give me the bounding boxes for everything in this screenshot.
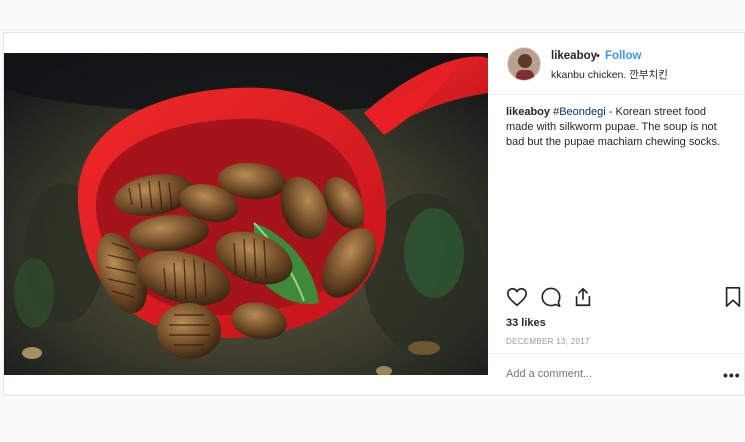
heart-icon[interactable]	[506, 286, 528, 308]
comment-input[interactable]	[506, 368, 696, 380]
beondegi-photo	[4, 53, 488, 375]
post-caption: likeaboy #Beondegi - Korean street food …	[506, 105, 734, 150]
follow-button[interactable]: Follow	[605, 50, 641, 62]
share-icon[interactable]	[572, 286, 594, 308]
post-photo[interactable]	[4, 53, 488, 375]
avatar[interactable]	[507, 47, 541, 81]
comment-icon[interactable]	[540, 286, 562, 308]
more-options-icon[interactable]: •••	[723, 367, 741, 383]
post-actions	[488, 283, 745, 311]
location-link[interactable]: kkanbu chicken. 깐부치킨	[551, 67, 668, 82]
caption-username[interactable]: likeaboy	[506, 106, 550, 118]
header-separator: •	[596, 50, 600, 62]
post-card: likeaboy • Follow kkanbu chicken. 깐부치킨 l…	[3, 32, 745, 396]
post-header: likeaboy • Follow kkanbu chicken. 깐부치킨	[488, 33, 745, 95]
likes-count[interactable]: 33 likes	[506, 317, 546, 329]
bookmark-icon[interactable]	[722, 286, 744, 308]
post-date[interactable]: DECEMBER 13, 2017	[506, 337, 590, 346]
top-bar	[0, 0, 745, 30]
header-username[interactable]: likeaboy	[551, 50, 597, 62]
comment-section: •••	[488, 353, 745, 397]
caption-hashtag[interactable]: #Beondegi	[553, 106, 606, 118]
user-avatar-icon	[508, 48, 540, 80]
post-sidebar: likeaboy • Follow kkanbu chicken. 깐부치킨 l…	[488, 33, 745, 397]
